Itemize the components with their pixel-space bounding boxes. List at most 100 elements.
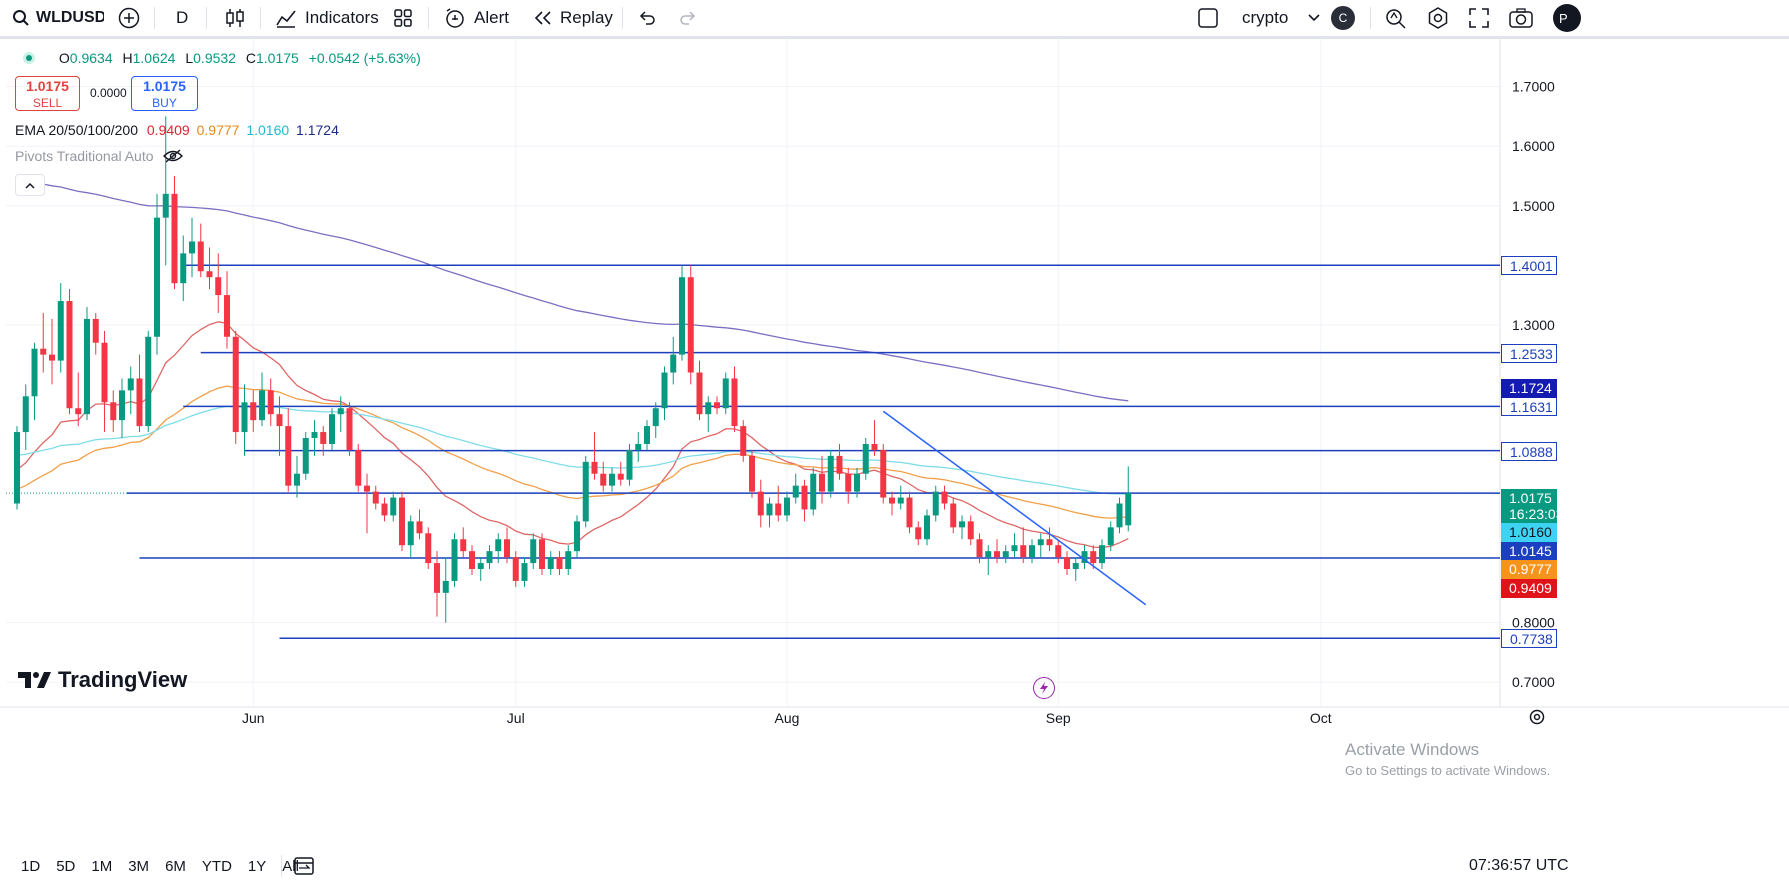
range-ytd[interactable]: YTD xyxy=(202,858,232,875)
candle-up xyxy=(442,580,449,593)
pivots-legend: Pivots Traditional Auto xyxy=(15,148,184,164)
replay-button[interactable]: Replay xyxy=(533,0,613,36)
candle-down xyxy=(749,455,755,492)
undo-button[interactable] xyxy=(638,0,656,36)
candle-down xyxy=(757,491,764,516)
indicators-button[interactable]: Indicators xyxy=(275,0,379,36)
divider xyxy=(260,7,261,29)
buy-button[interactable]: 1.0175 BUY xyxy=(131,76,198,111)
open-label: O xyxy=(58,50,70,66)
candle-down xyxy=(976,539,983,558)
range-buttons: 1D 5D 1M 3M 6M YTD 1Y All xyxy=(21,858,315,875)
event-marker[interactable] xyxy=(1033,677,1055,699)
undo-icon xyxy=(639,11,655,25)
candle-down xyxy=(171,193,178,284)
activate-windows-subtitle: Go to Settings to activate Windows. xyxy=(1345,763,1551,778)
candle-down xyxy=(285,426,292,486)
layout-square-icon xyxy=(1198,8,1218,28)
range-1d[interactable]: 1D xyxy=(21,858,40,875)
select-layout-button[interactable] xyxy=(1197,0,1219,36)
templates-button[interactable] xyxy=(393,0,413,36)
tradingview-logo[interactable]: TradingView xyxy=(18,667,187,693)
price-label-hl: 1.0145 xyxy=(1501,542,1557,561)
alert-button[interactable]: Alert xyxy=(444,0,509,36)
settings-button[interactable] xyxy=(1426,0,1450,36)
chevron-down-icon xyxy=(1308,14,1320,22)
range-3m[interactable]: 3M xyxy=(128,858,149,875)
collapse-legend-button[interactable] xyxy=(15,174,45,196)
redo-button[interactable] xyxy=(679,0,697,36)
spread-value: 0.0000 xyxy=(90,86,127,100)
candle-up xyxy=(784,497,790,516)
candle-up xyxy=(766,503,773,516)
eye-off-icon[interactable] xyxy=(163,149,184,163)
candle-down xyxy=(250,402,257,421)
candle-up xyxy=(241,402,248,433)
open-value: 0.9634 xyxy=(69,50,113,66)
close-value: 1.0175 xyxy=(255,50,299,66)
alert-label: Alert xyxy=(474,8,509,27)
candle-up xyxy=(1099,545,1105,564)
candle-up xyxy=(451,539,458,581)
candle-up xyxy=(854,473,860,492)
candle-down xyxy=(224,295,230,337)
layout-menu-button[interactable] xyxy=(1308,0,1320,36)
candle-down xyxy=(687,277,694,373)
candle-up xyxy=(792,485,799,498)
candle-up xyxy=(119,390,125,421)
x-tick-label: Sep xyxy=(1046,710,1071,726)
candle-down xyxy=(880,449,887,498)
candle-up xyxy=(145,336,152,427)
fullscreen-button[interactable] xyxy=(1468,0,1490,36)
candle-down xyxy=(276,414,283,427)
chart-type-button[interactable] xyxy=(225,0,245,36)
level-price-label: 1.2533 xyxy=(1501,343,1557,363)
candle-down xyxy=(1055,545,1062,558)
candle-down xyxy=(425,533,432,564)
sell-button[interactable]: 1.0175 SELL xyxy=(15,76,80,111)
candle-up xyxy=(626,449,633,480)
candle-up xyxy=(722,378,729,409)
lightning-icon xyxy=(1040,682,1048,694)
candle-down xyxy=(399,497,405,546)
candle-up xyxy=(635,443,642,450)
candle-up xyxy=(521,563,528,581)
candle-up xyxy=(985,551,992,558)
candle-up xyxy=(337,408,344,415)
range-6m[interactable]: 6M xyxy=(165,858,186,875)
utc-clock[interactable]: 07:36:57 UTC xyxy=(1469,857,1569,875)
candle-up xyxy=(1107,527,1114,546)
tv-logo-icon xyxy=(18,672,51,688)
candle-up xyxy=(1125,493,1132,526)
range-1y[interactable]: 1Y xyxy=(248,858,266,875)
profile-button[interactable]: P xyxy=(1553,0,1581,36)
y-tick-label: 1.3000 xyxy=(1512,317,1555,333)
candle-up xyxy=(644,426,650,444)
change-value: +0.0542 (+5.63%) xyxy=(308,50,421,66)
candle-down xyxy=(364,485,370,492)
range-1m[interactable]: 1M xyxy=(91,858,112,875)
candle-up xyxy=(897,497,904,504)
interval-button[interactable]: D xyxy=(176,0,188,36)
candles-icon xyxy=(226,9,244,27)
sell-label: SELL xyxy=(32,96,63,110)
candle-down xyxy=(460,539,467,552)
candle-down xyxy=(1046,539,1053,546)
calendar-range-icon xyxy=(294,857,314,875)
axis-settings-button[interactable] xyxy=(1528,708,1546,731)
range-5d[interactable]: 5D xyxy=(56,858,75,875)
candle-down xyxy=(967,521,974,540)
chart-area[interactable]: 1.7000 1.6000 1.5000 1.3000 0.8000 0.7000 Jun… xyxy=(0,39,1789,845)
price-label-ema200: 1.1724 xyxy=(1501,379,1557,398)
compare-button[interactable] xyxy=(118,0,140,36)
user-avatar[interactable]: C xyxy=(1331,0,1355,36)
snapshot-button[interactable] xyxy=(1508,0,1534,36)
candle-down xyxy=(950,503,957,528)
candle-down xyxy=(845,473,852,492)
candle-up xyxy=(565,551,572,570)
date-range-button[interactable] xyxy=(293,855,315,881)
candle-up xyxy=(180,253,187,284)
symbol-search[interactable]: WLDUSDT xyxy=(12,0,104,36)
layout-name-button[interactable]: crypto xyxy=(1242,0,1288,36)
quick-search-button[interactable] xyxy=(1384,0,1408,36)
